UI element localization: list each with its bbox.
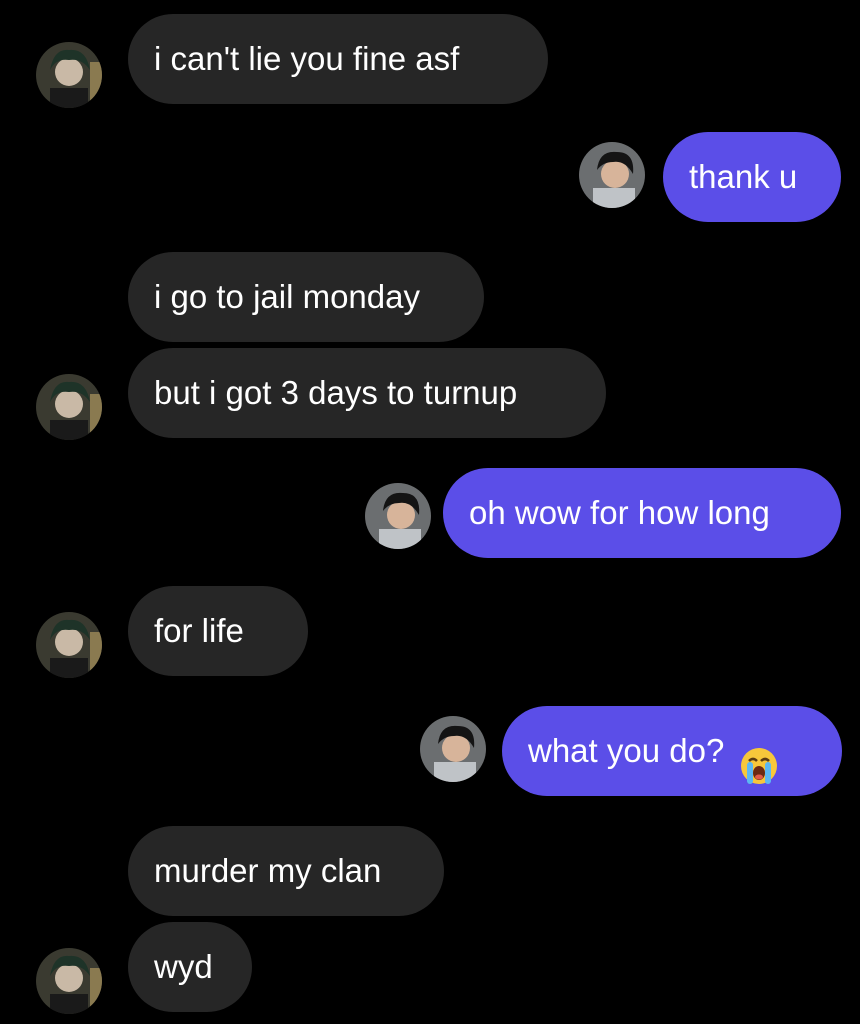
contact-avatar[interactable] (36, 612, 102, 678)
user-avatar[interactable] (420, 716, 486, 782)
incoming-message-bubble[interactable]: murder my clan (128, 826, 444, 916)
incoming-message-bubble[interactable]: for life (128, 586, 308, 676)
contact-avatar[interactable] (36, 374, 102, 440)
incoming-message-bubble[interactable]: but i got 3 days to turnup (128, 348, 606, 438)
contact-avatar[interactable] (36, 948, 102, 1014)
user-avatar[interactable] (365, 483, 431, 549)
contact-avatar[interactable] (36, 42, 102, 108)
message-text: what you do? (528, 732, 725, 769)
outgoing-message-bubble[interactable]: thank u (663, 132, 841, 222)
outgoing-message-bubble[interactable]: oh wow for how long (443, 468, 841, 558)
incoming-message-bubble[interactable]: wyd (128, 922, 252, 1012)
user-avatar[interactable] (579, 142, 645, 208)
incoming-message-bubble[interactable]: i can't lie you fine asf (128, 14, 548, 104)
outgoing-message-bubble[interactable]: what you do? (502, 706, 842, 796)
loudly-crying-face-icon (739, 730, 779, 785)
incoming-message-bubble[interactable]: i go to jail monday (128, 252, 484, 342)
